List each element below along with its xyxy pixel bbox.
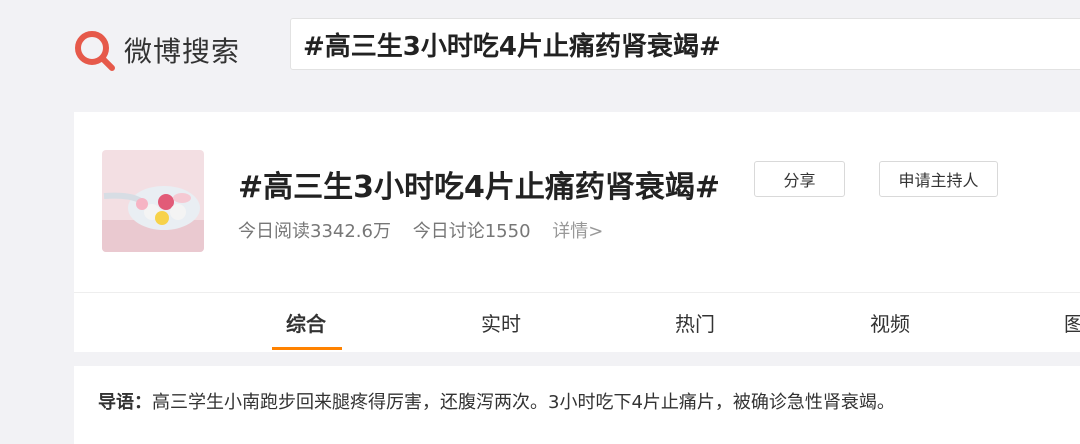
search-input[interactable] [301,28,1080,60]
discussion-count: 今日讨论1550 [412,221,531,242]
tab-images[interactable]: 图 [1064,308,1080,337]
tab-realtime[interactable]: 实时 [481,308,521,337]
pills-image [102,150,204,252]
topic-card: #高三生3小时吃4片止痛药肾衰竭# 分享 申请主持人 今日阅读3342.6万 今… [74,112,1080,352]
tab-comprehensive[interactable]: 综合 [286,308,326,337]
weibo-search-logo[interactable]: 微博搜索 [72,28,240,72]
read-count: 今日阅读3342.6万 [238,221,391,242]
search-logo-icon [75,31,115,71]
topic-title: #高三生3小时吃4片止痛药肾衰竭# [238,170,721,205]
guide-section: 导语：高三学生小南跑步回来腿疼得厉害，还腹泻两次。3小时吃下4片止痛片，被确诊急… [74,366,1080,444]
logo-text: 微博搜索 [124,35,241,68]
tab-video[interactable]: 视频 [870,308,910,337]
topic-stats: 今日阅读3342.6万 今日讨论1550 详情> [238,217,619,243]
share-button[interactable]: 分享 [754,161,845,197]
details-link[interactable]: 详情> [552,221,603,242]
tab-hot[interactable]: 热门 [675,308,715,337]
search-box[interactable] [290,18,1080,70]
active-tab-indicator [272,347,342,350]
apply-host-button[interactable]: 申请主持人 [879,161,998,197]
guide-text: 高三学生小南跑步回来腿疼得厉害，还腹泻两次。3小时吃下4片止痛片，被确诊急性肾衰… [152,392,895,413]
topic-image[interactable] [102,150,204,252]
guide-label: 导语： [98,392,152,413]
tabs-divider [74,292,1080,293]
